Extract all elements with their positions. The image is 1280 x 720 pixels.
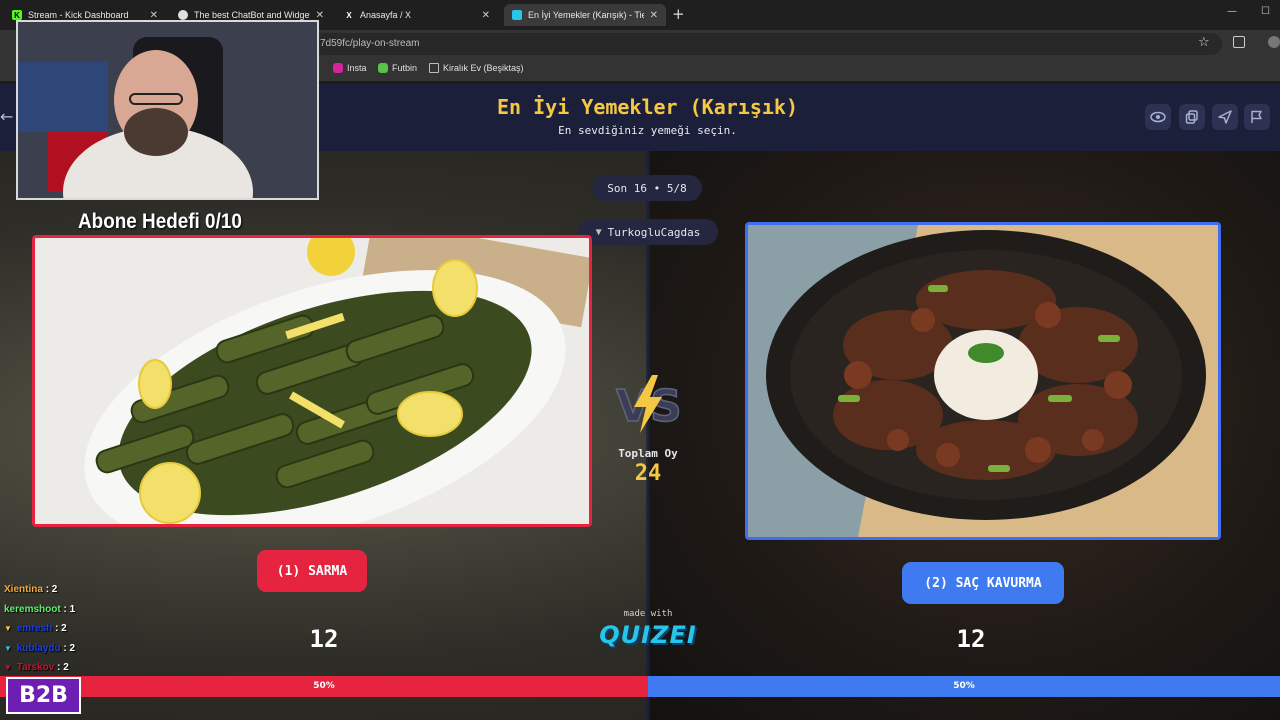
streamer-name: TurkogluCagdas: [607, 225, 701, 239]
bookmark-label: Insta: [347, 63, 367, 73]
url-field[interactable]: 7d59fc/play-on-stream: [312, 33, 1222, 55]
option-1-progress-bar: 50%: [0, 676, 648, 697]
maximize-icon[interactable]: ☐: [1261, 6, 1270, 17]
kick-icon: K: [12, 10, 22, 20]
report-button[interactable]: [1244, 104, 1270, 130]
share-button[interactable]: [1212, 104, 1238, 130]
channel-logo: B2B: [6, 677, 81, 714]
send-icon: [1218, 110, 1232, 124]
bookmark-star-icon[interactable]: ☆: [1198, 35, 1210, 50]
sac-kavurma-photo: [748, 225, 1218, 537]
chat-count: : 1: [63, 603, 76, 615]
browser-tab-x[interactable]: X Anasayfa / X ✕: [336, 4, 498, 26]
tab-label: En İyi Yemekler (Karışık) - Tier Li: [528, 10, 644, 20]
futbin-icon: [378, 63, 388, 73]
chat-entry: ▼ kublaydu : 2: [4, 639, 75, 659]
bookmark-folder[interactable]: Kiralık Ev (Beşiktaş): [429, 63, 524, 73]
tab-label: Stream - Kick Dashboard: [28, 10, 129, 20]
profile-icon[interactable]: [1268, 36, 1280, 48]
quizei-logo[interactable]: QUIZEI: [598, 621, 698, 649]
option-1-image[interactable]: [32, 235, 592, 527]
close-tab-icon[interactable]: ✕: [650, 10, 658, 21]
bookmark-label: Kiralık Ev (Beşiktaş): [443, 63, 524, 73]
streamer-webcam: [18, 22, 317, 198]
badge-icon: ▼: [4, 663, 12, 672]
chat-username: Tarskov: [16, 662, 55, 673]
botrix-icon: [178, 10, 188, 20]
badge-icon: ▼: [4, 624, 12, 633]
copy-icon: [1185, 110, 1198, 124]
round-badge: Son 16 • 5/8: [592, 175, 702, 201]
total-votes-value: 24: [634, 461, 662, 486]
total-votes-label: Toplam Oy: [618, 447, 678, 460]
badge-icon: ▼: [4, 643, 12, 653]
chat-entry: ▼ emresh : 2: [4, 619, 75, 639]
chat-entry: keremshoot : 1: [4, 600, 75, 620]
round-text: Son 16 • 5/8: [607, 181, 687, 195]
option-2-progress-bar: 50%: [648, 676, 1280, 697]
flag-icon: [1251, 110, 1262, 123]
option-2-image[interactable]: [745, 222, 1221, 540]
option-1-button[interactable]: (1) SARMA: [257, 550, 367, 592]
browser-tab-quizei[interactable]: En İyi Yemekler (Karışık) - Tier Li ✕: [504, 4, 666, 26]
folder-icon: [429, 63, 439, 73]
chat-count: : 2: [63, 642, 76, 654]
bookmark-insta[interactable]: Insta: [333, 63, 367, 73]
option-2-votes: 12: [956, 625, 986, 653]
bookmark-label: Futbin: [392, 63, 418, 73]
bookmark-futbin[interactable]: Futbin: [378, 63, 417, 73]
close-tab-icon[interactable]: ✕: [482, 10, 490, 21]
subscriber-goal: Abone Hedefi 0/10: [78, 210, 242, 233]
chat-username: emresh: [16, 623, 53, 634]
copy-button[interactable]: [1179, 104, 1205, 130]
sarma-photo: [35, 238, 589, 524]
webcam-overlay: [16, 20, 319, 200]
chat-username: kublaydu: [16, 642, 61, 654]
chat-entry: ▼ Tarskov : 2: [4, 658, 75, 678]
chat-count: : 2: [57, 662, 69, 673]
chevron-down-icon: ▼: [595, 226, 602, 238]
tab-label: Anasayfa / X: [360, 10, 412, 20]
instagram-icon: [333, 63, 343, 73]
chat-count: : 2: [55, 623, 67, 634]
x-icon: X: [346, 10, 352, 20]
chat-entry: Xientina : 2: [4, 580, 75, 600]
option-1-votes: 12: [309, 625, 339, 653]
eye-button[interactable]: [1145, 104, 1171, 130]
close-tab-icon[interactable]: ✕: [316, 10, 324, 21]
quizei-icon: [512, 10, 522, 20]
extensions-icon[interactable]: [1233, 36, 1245, 48]
chat-username: keremshoot: [4, 603, 61, 615]
tab-label: The best ChatBot and Widgets: [194, 10, 310, 20]
option-2-button[interactable]: (2) SAÇ KAVURMA: [902, 562, 1064, 604]
streamer-badge: ▼ TurkogluCagdas: [578, 219, 718, 245]
minimize-icon[interactable]: —: [1227, 6, 1237, 17]
chat-count: : 2: [45, 584, 58, 595]
made-with-label: made with: [623, 609, 673, 619]
new-tab-icon[interactable]: +: [672, 5, 685, 23]
chat-leaderboard: Xientina : 2 keremshoot : 1 ▼ emresh : 2…: [4, 580, 75, 678]
close-tab-icon[interactable]: ✕: [150, 10, 158, 21]
window-controls: — ☐: [1227, 6, 1270, 17]
versus-icon: VS: [615, 375, 683, 433]
chat-username: Xientina: [4, 584, 43, 595]
eye-icon: [1150, 111, 1166, 123]
